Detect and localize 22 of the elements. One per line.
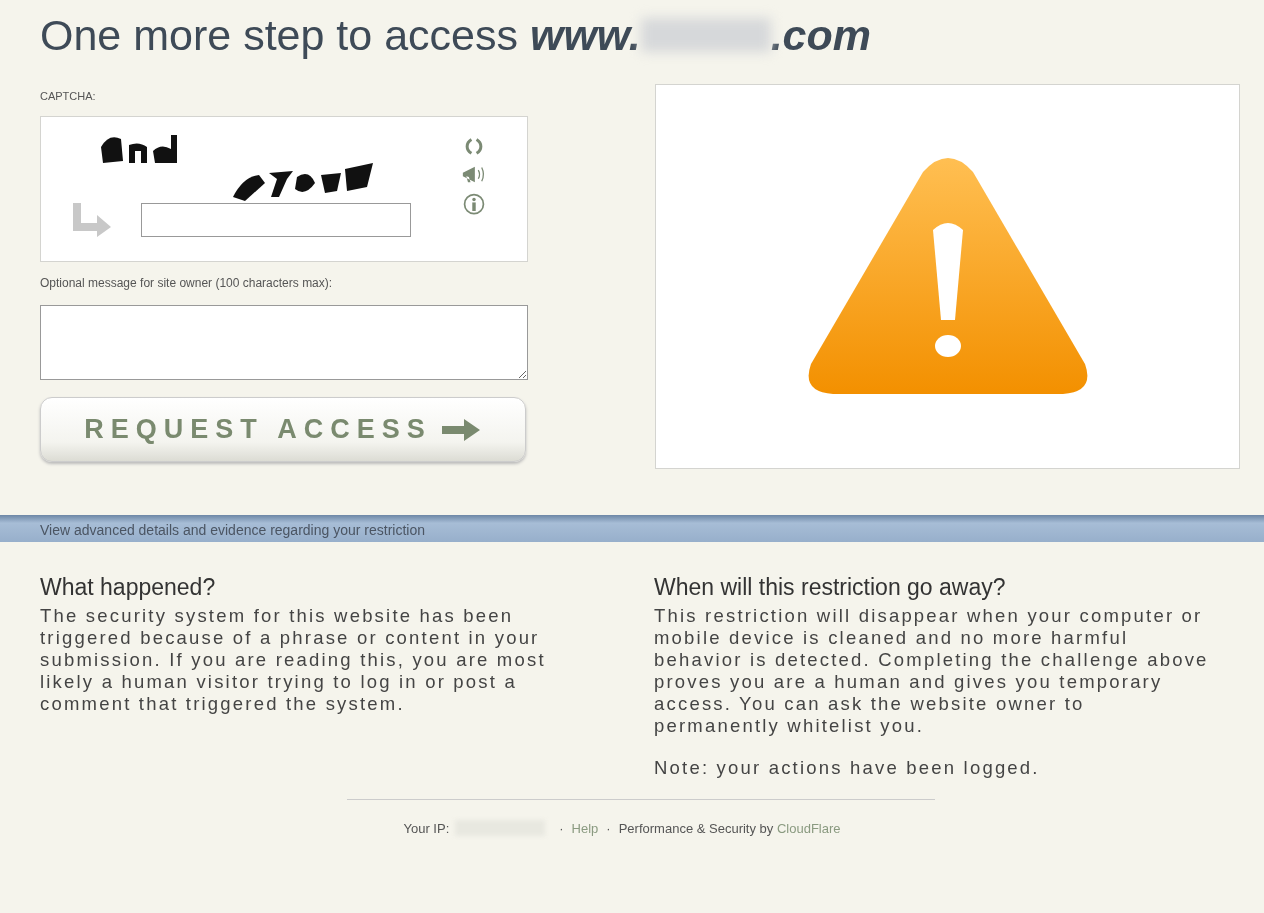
details-bar[interactable]: View advanced details and evidence regarding your restriction (0, 515, 1264, 542)
message-field[interactable] (40, 305, 528, 380)
message-label: Optional message for site owner (100 characters max): (40, 276, 334, 290)
ip-label: Your IP: (403, 820, 450, 836)
separator: · (559, 820, 564, 836)
paragraph: Note: your actions have been logged. (654, 757, 1041, 779)
captcha-label: CAPTCHA: (40, 90, 97, 102)
paragraph: The security system for this website has been triggered because of a phrase or content in your submission. If you are reading this, you are most likely a human visitor trying to log in or post a comment that triggered the system. (40, 605, 547, 715)
paragraph: This restriction will disappear when your computer or mobile device is cleaned and no more harmful behavior is detected. Completing the challenge above proves you are a human and gives you temporary access. You can ask the website owner to permanently whitelist you. (654, 605, 1210, 737)
section-heading: What happened? (40, 574, 217, 601)
page-title: One more step to access www. .com (40, 10, 873, 60)
credit-text: Performance & Security by CloudFlare (618, 820, 841, 836)
help-link[interactable]: Help (571, 820, 599, 836)
captcha-input[interactable] (141, 203, 411, 237)
info-icon[interactable] (461, 192, 487, 215)
refresh-icon[interactable] (464, 137, 484, 156)
cloudflare-link[interactable]: CloudFlare (776, 820, 841, 836)
arrow-icon (441, 418, 482, 441)
arrow-icon (71, 203, 113, 237)
section-heading: When will this restriction go away? (654, 574, 1007, 601)
separator: · (606, 820, 611, 836)
request-access-button[interactable]: REQUEST ACCESS (40, 397, 526, 462)
